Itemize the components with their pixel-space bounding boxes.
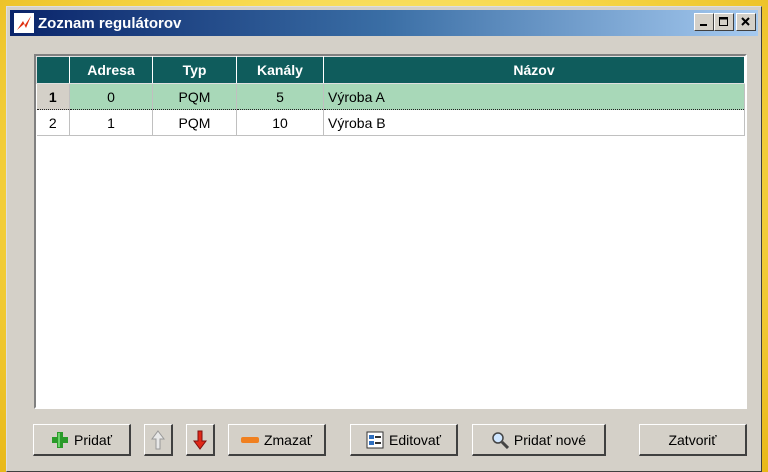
row-index[interactable]: 2 (36, 109, 70, 136)
regulator-list-window: Zoznam regulátorov Adresa Typ Kanály Náz… (6, 6, 762, 472)
regulator-table: Adresa Typ Kanály Názov 1 0 PQM 5 Výroba… (36, 56, 745, 136)
cell-typ[interactable]: PQM (152, 83, 237, 110)
row-index[interactable]: 1 (36, 83, 70, 110)
cell-adresa[interactable]: 0 (69, 83, 153, 110)
delete-button-label: Zmazať (263, 431, 313, 448)
add-new-button-label: Pridať nové (513, 431, 587, 448)
add-button[interactable]: Pridať (33, 424, 131, 456)
maximize-icon (719, 17, 728, 26)
column-header-typ[interactable]: Typ (152, 56, 237, 84)
minus-icon (240, 435, 259, 445)
table-header-row: Adresa Typ Kanály Názov (36, 56, 745, 84)
edit-form-icon (366, 431, 384, 449)
table-row[interactable]: 2 1 PQM 10 Výroba B (36, 109, 745, 136)
close-icon (741, 17, 750, 26)
column-header-index[interactable] (36, 56, 70, 84)
cell-nazov[interactable]: Výroba A (323, 83, 745, 110)
cell-kanaly[interactable]: 5 (236, 83, 324, 110)
regulator-grid[interactable]: Adresa Typ Kanály Názov 1 0 PQM 5 Výroba… (34, 54, 747, 409)
close-button-label: Zatvoriť (668, 431, 717, 448)
close-button[interactable]: Zatvoriť (639, 424, 747, 456)
table-row[interactable]: 1 0 PQM 5 Výroba A (36, 83, 745, 110)
magnifier-icon (491, 431, 509, 449)
minimize-icon (700, 24, 707, 26)
plus-icon (51, 431, 69, 449)
add-new-button[interactable]: Pridať nové (472, 424, 606, 456)
column-header-kanaly[interactable]: Kanály (236, 56, 324, 84)
delete-button[interactable]: Zmazať (228, 424, 326, 456)
cell-adresa[interactable]: 1 (69, 109, 153, 136)
title-bar[interactable]: Zoznam regulátorov (10, 10, 758, 36)
cell-kanaly[interactable]: 10 (236, 109, 324, 136)
column-header-nazov[interactable]: Názov (323, 56, 745, 84)
close-window-button[interactable] (736, 13, 756, 31)
add-button-label: Pridať (74, 431, 112, 448)
minimize-button[interactable] (694, 13, 714, 31)
cell-typ[interactable]: PQM (152, 109, 237, 136)
arrow-up-icon (151, 429, 165, 450)
maximize-button[interactable] (714, 13, 734, 31)
lightning-icon (14, 13, 34, 33)
move-down-button[interactable] (186, 424, 215, 456)
column-header-adresa[interactable]: Adresa (69, 56, 153, 84)
arrow-down-icon (193, 430, 207, 450)
edit-button-label: Editovať (389, 431, 441, 448)
edit-button[interactable]: Editovať (350, 424, 458, 456)
move-up-button[interactable] (144, 424, 173, 456)
cell-nazov[interactable]: Výroba B (323, 109, 745, 136)
window-title: Zoznam regulátorov (38, 14, 182, 32)
